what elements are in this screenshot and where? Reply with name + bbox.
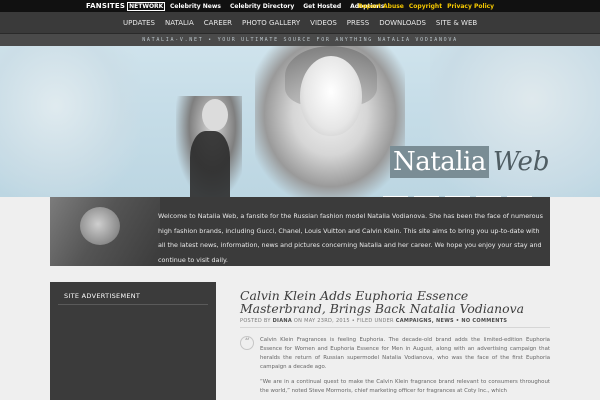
site-title-part2: Web	[492, 147, 550, 177]
banner-secondary-portrait-head	[202, 99, 228, 131]
post-paragraph: “We are in a continual quest to make the…	[260, 379, 550, 394]
site-logo-title[interactable]: Natalia Web	[390, 146, 549, 186]
network-legal-links: Report Abuse Copyright Privacy Policy	[358, 0, 494, 12]
welcome-box: Welcome to Natalia Web, a fansite for th…	[50, 197, 550, 266]
post-title[interactable]: Calvin Klein Adds Euphoria Essence Maste…	[240, 289, 550, 315]
post-body: “ Calvin Klein Fragrances is feeling Eup…	[240, 336, 550, 396]
post-meta-posted-by: POSTED BY	[240, 318, 271, 324]
nav-item-photo-gallery[interactable]: PHOTO GALLERY	[237, 19, 305, 27]
post-date: ON MAY 23RD, 2015 •	[293, 318, 356, 324]
post-author-link[interactable]: DIANA	[273, 318, 292, 324]
blog-post: Calvin Klein Adds Euphoria Essence Maste…	[240, 289, 550, 396]
nav-item-downloads[interactable]: DOWNLOADS	[374, 19, 431, 27]
post-divider	[240, 327, 550, 328]
welcome-photo	[50, 197, 160, 266]
nav-item-site-web[interactable]: SITE & WEB	[431, 19, 482, 27]
fansites-network-logo[interactable]: FANSITES NETWORK	[86, 0, 166, 12]
nav-item-updates[interactable]: UPDATES	[118, 19, 160, 27]
sidebar-heading: SITE ADVERTISEMENT	[64, 292, 141, 300]
post-meta: POSTED BY DIANA ON MAY 23RD, 2015 • FILE…	[240, 318, 550, 324]
site-title-part1: Natalia	[390, 146, 489, 178]
network-link-get-hosted[interactable]: Get Hosted	[303, 3, 341, 10]
copyright-link[interactable]: Copyright	[409, 3, 442, 10]
welcome-text: Welcome to Natalia Web, a fansite for th…	[158, 212, 543, 264]
banner-secondary-portrait-body	[190, 131, 230, 197]
privacy-policy-link[interactable]: Privacy Policy	[447, 3, 494, 10]
site-tagline: NATALIA-V.NET • YOUR ULTIMATE SOURCE FOR…	[142, 37, 458, 43]
sidebar-advertisement: SITE ADVERTISEMENT	[50, 282, 216, 400]
quote-icon: “	[240, 336, 254, 350]
network-links: Celebrity News Celebrity Directory Get H…	[170, 0, 384, 12]
report-abuse-link[interactable]: Report Abuse	[358, 3, 404, 10]
nav-item-press[interactable]: PRESS	[342, 19, 374, 27]
network-bar: FANSITES NETWORK Celebrity News Celebrit…	[0, 0, 600, 12]
network-link-celebrity-directory[interactable]: Celebrity Directory	[230, 3, 294, 10]
main-navigation: UPDATES NATALIA CAREER PHOTO GALLERY VID…	[0, 12, 600, 34]
nav-item-videos[interactable]: VIDEOS	[305, 19, 342, 27]
logo-box: NETWORK	[127, 1, 166, 11]
banner-background-portrait-left	[0, 46, 140, 197]
nav-item-natalia[interactable]: NATALIA	[160, 19, 199, 27]
banner-main-portrait-face	[300, 56, 362, 136]
post-paragraph: Calvin Klein Fragrances is feeling Eupho…	[260, 337, 550, 370]
header-banner: Natalia Web	[0, 46, 600, 197]
post-meta-filed: FILED UNDER	[356, 318, 394, 324]
nav-item-career[interactable]: CAREER	[199, 19, 237, 27]
post-categories-link[interactable]: CAMPAIGNS, NEWS	[396, 318, 454, 324]
logo-word: FANSITES	[86, 2, 126, 10]
sidebar-divider	[58, 304, 208, 305]
post-comments-link[interactable]: • NO COMMENTS	[456, 318, 508, 324]
site-tagline-bar: NATALIA-V.NET • YOUR ULTIMATE SOURCE FOR…	[0, 34, 600, 46]
network-link-celebrity-news[interactable]: Celebrity News	[170, 3, 221, 10]
